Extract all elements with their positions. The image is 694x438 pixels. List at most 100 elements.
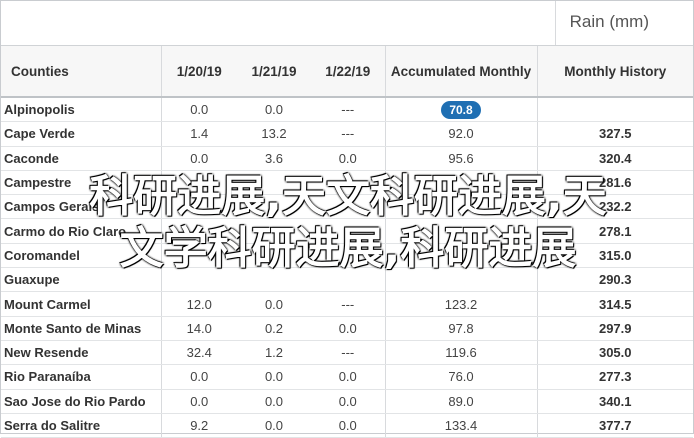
table-row[interactable]: Carmo do Rio Claro 278.1: [1, 218, 693, 244]
date-2-value: [237, 267, 311, 293]
unit-label: Rain (mm): [569, 12, 649, 31]
date-3-value: 0.0: [311, 413, 385, 438]
date-3-value: ---: [311, 121, 385, 147]
date-3-value: ---: [311, 340, 385, 366]
county-name: Coromandel: [1, 243, 161, 269]
date-3-value: ---: [311, 291, 385, 317]
column-header-date-3[interactable]: 1/22/19: [311, 45, 385, 98]
county-name: Campestre: [1, 170, 161, 196]
county-name: Serra do Salitre: [1, 413, 161, 438]
county-name: Carmo do Rio Claro: [1, 218, 161, 244]
column-header-counties[interactable]: Counties: [1, 45, 161, 98]
date-2-value: 13.2: [237, 121, 311, 147]
column-header-date-1[interactable]: 1/20/19: [160, 45, 237, 98]
history-value: 314.5: [536, 291, 693, 317]
history-value: 278.1: [536, 218, 693, 244]
date-2-value: 0.0: [237, 97, 311, 123]
history-value: 290.3: [536, 267, 693, 293]
date-2-value: [237, 243, 311, 269]
history-value: 277.3: [536, 364, 693, 390]
date-2-value: 3.6: [237, 146, 311, 171]
history-value: 232.2: [536, 194, 693, 220]
history-value: 340.1: [536, 389, 693, 414]
history-value: 315.0: [536, 243, 693, 269]
table-row[interactable]: Serra do Salitre 9.2 0.0 0.0 133.4 377.7: [1, 413, 693, 438]
county-name: Rio Paranaíba: [1, 364, 161, 390]
county-name: Caconde: [1, 146, 161, 171]
accumulated-value: [384, 218, 537, 244]
date-1-value: 14.0: [160, 316, 237, 341]
date-2-value: 1.2: [237, 340, 311, 366]
date-1-value: 0.0: [160, 97, 237, 123]
column-header-date-2[interactable]: 1/21/19: [237, 45, 311, 98]
date-1-value: [160, 170, 237, 196]
table-row[interactable]: Monte Santo de Minas 14.0 0.2 0.0 97.8 297.9: [1, 316, 693, 341]
date-1-value: 1.4: [160, 121, 237, 147]
county-name: New Resende: [1, 340, 161, 366]
date-1-value: 9.2: [160, 413, 237, 438]
rain-table: Counties 1/20/19 1/21/19 1/22/19 Accumul…: [1, 45, 693, 438]
history-value: 281.6: [536, 170, 693, 196]
history-value: [536, 97, 693, 123]
date-3-value: [311, 218, 385, 244]
accumulated-value: 76.0: [384, 364, 537, 390]
county-name: Cape Verde: [1, 121, 161, 147]
date-1-value: 32.4: [160, 340, 237, 366]
rain-table-panel: Rain (mm) Counties 1/20/19 1/21/19 1/22/…: [0, 0, 694, 438]
accumulated-value: 133.4: [384, 413, 537, 438]
table-body: Alpinopolis 0.0 0.0 --- 70.8 Cape Verde 1.4 13.…: [1, 97, 693, 438]
date-2-value: [237, 194, 311, 220]
accumulated-value: [384, 267, 537, 293]
history-value: 377.7: [536, 413, 693, 438]
table-row[interactable]: New Resende 32.4 1.2 --- 119.6 305.0: [1, 340, 693, 366]
accumulated-value: 123.2: [384, 291, 537, 317]
table-row[interactable]: Campestre 281.6: [1, 170, 693, 196]
county-name: Monte Santo de Minas: [1, 316, 161, 341]
date-3-value: 0.0: [311, 389, 385, 414]
date-3-value: 0.0: [311, 364, 385, 390]
date-1-value: [160, 194, 237, 220]
date-1-value: [160, 243, 237, 269]
table-row[interactable]: Mount Carmel 12.0 0.0 --- 123.2 314.5: [1, 291, 693, 317]
date-3-value: [311, 243, 385, 269]
county-name: Guaxupe: [1, 267, 161, 293]
accumulated-highlight-badge: 70.8: [441, 100, 481, 119]
date-3-value: [311, 267, 385, 293]
date-1-value: 0.0: [160, 364, 237, 390]
table-row[interactable]: Campos Gerais 232.2: [1, 194, 693, 220]
county-name: Campos Gerais: [1, 194, 161, 220]
table-row[interactable]: Caconde 0.0 3.6 0.0 95.6 320.4: [1, 146, 693, 171]
county-name: Sao Jose do Rio Pardo: [1, 389, 161, 414]
date-3-value: ---: [311, 97, 385, 123]
column-header-accumulated[interactable]: Accumulated Monthly: [384, 45, 537, 98]
table-row[interactable]: Guaxupe 290.3: [1, 267, 693, 293]
date-1-value: 0.0: [160, 389, 237, 414]
table-row[interactable]: Cape Verde 1.4 13.2 --- 92.0 327.5: [1, 121, 693, 147]
column-header-history[interactable]: Monthly History: [536, 45, 693, 98]
table-row[interactable]: Coromandel 315.0: [1, 243, 693, 269]
table-row[interactable]: Alpinopolis 0.0 0.0 --- 70.8: [1, 97, 693, 123]
accumulated-value: [384, 194, 537, 220]
accumulated-value: 119.6: [384, 340, 537, 366]
date-2-value: [237, 170, 311, 196]
date-2-value: 0.2: [237, 316, 311, 341]
date-1-value: [160, 267, 237, 293]
date-3-value: 0.0: [311, 316, 385, 341]
accumulated-value: 89.0: [384, 389, 537, 414]
history-value: 320.4: [536, 146, 693, 171]
accumulated-value: 92.0: [384, 121, 537, 147]
accumulated-value: 70.8: [384, 97, 537, 123]
accumulated-value: [384, 243, 537, 269]
unit-header: Rain (mm): [1, 1, 693, 45]
table-row[interactable]: Rio Paranaíba 0.0 0.0 0.0 76.0 277.3: [1, 364, 693, 390]
date-2-value: [237, 218, 311, 244]
county-name: Mount Carmel: [1, 291, 161, 317]
date-3-value: [311, 194, 385, 220]
table-row[interactable]: Sao Jose do Rio Pardo 0.0 0.0 0.0 89.0 340.1: [1, 389, 693, 414]
date-1-value: 12.0: [160, 291, 237, 317]
accumulated-value: [384, 170, 537, 196]
history-value: 305.0: [536, 340, 693, 366]
date-1-value: [160, 218, 237, 244]
table-header-row: Counties 1/20/19 1/21/19 1/22/19 Accumul…: [1, 45, 693, 98]
county-name: Alpinopolis: [1, 97, 161, 123]
